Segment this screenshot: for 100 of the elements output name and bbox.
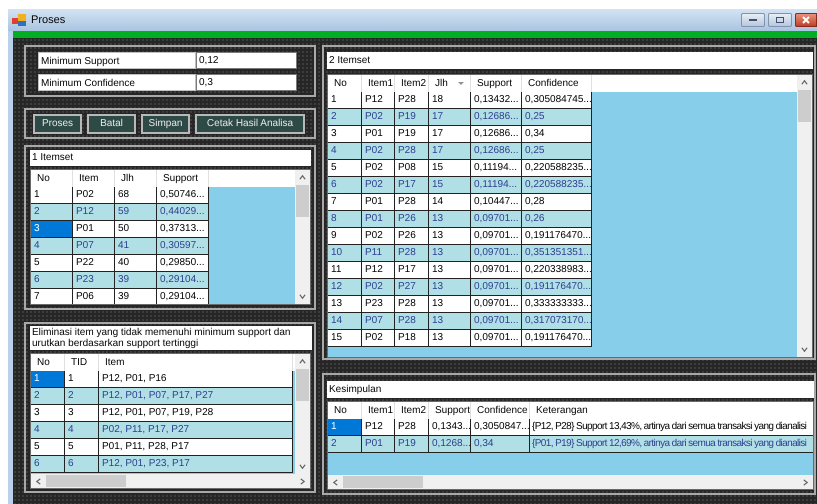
table-cell[interactable]: 3 bbox=[31, 221, 73, 238]
table-cell[interactable]: P28 bbox=[395, 419, 429, 436]
table-cell[interactable]: P17 bbox=[395, 262, 429, 279]
table-cell[interactable]: P12, P01, P07, P19, P28 bbox=[99, 405, 293, 422]
table-cell[interactable]: 1 bbox=[328, 92, 362, 109]
table-cell[interactable]: P02, P11, P17, P27 bbox=[99, 422, 293, 439]
table-cell[interactable]: 2 bbox=[328, 109, 362, 126]
table-cell[interactable]: 68 bbox=[115, 187, 157, 204]
table-cell[interactable]: 0,12686... bbox=[471, 143, 522, 160]
table-cell[interactable]: P01 bbox=[73, 221, 115, 238]
table-cell[interactable]: {P12, P28} Support 13,43%, artinya dari semua transaksi yang dianalisi bbox=[530, 419, 813, 436]
table-cell[interactable]: 0,12686... bbox=[471, 126, 522, 143]
vertical-scrollbar[interactable] bbox=[797, 75, 812, 357]
table-cell[interactable]: 2 bbox=[31, 204, 73, 221]
table-cell[interactable]: 40 bbox=[115, 255, 157, 272]
table-cell[interactable]: 0,1343... bbox=[429, 419, 471, 436]
table-cell[interactable]: 6 bbox=[31, 272, 73, 289]
table-cell[interactable]: 0,1268... bbox=[429, 436, 471, 453]
table-cell[interactable]: 41 bbox=[115, 238, 157, 255]
table-cell[interactable]: 0,09701... bbox=[471, 330, 522, 347]
table-cell[interactable]: 0,29104... bbox=[157, 272, 209, 289]
table-cell[interactable]: P01 bbox=[362, 126, 395, 143]
scrollbar-thumb[interactable] bbox=[296, 185, 309, 217]
table-cell[interactable]: 17 bbox=[429, 109, 471, 126]
input-field[interactable]: 0,12 bbox=[196, 52, 297, 69]
scroll-up-icon[interactable] bbox=[299, 358, 306, 365]
table-cell[interactable]: 0,191176470... bbox=[522, 228, 592, 245]
table-cell[interactable]: 8 bbox=[328, 211, 362, 228]
table-cell[interactable]: P12, P01, P07, P17, P27 bbox=[99, 388, 293, 405]
table-cell[interactable]: P19 bbox=[395, 109, 429, 126]
table-cell[interactable]: 0,09701... bbox=[471, 245, 522, 262]
table-cell[interactable]: 0,09701... bbox=[471, 228, 522, 245]
table-cell[interactable]: 0,50746... bbox=[157, 187, 209, 204]
table-cell[interactable]: P12 bbox=[362, 419, 395, 436]
table-cell[interactable]: 1 bbox=[31, 371, 65, 388]
minimize-button[interactable] bbox=[741, 13, 765, 27]
scroll-left-icon[interactable] bbox=[332, 478, 339, 486]
table-cell[interactable]: 7 bbox=[31, 289, 73, 304]
scroll-down-icon[interactable] bbox=[299, 293, 306, 300]
table-cell[interactable]: 11 bbox=[328, 262, 362, 279]
table-cell[interactable]: 0,3050847... bbox=[471, 419, 530, 436]
table-cell[interactable]: 0,191176470... bbox=[522, 279, 592, 296]
horizontal-scrollbar[interactable] bbox=[31, 474, 310, 488]
table-cell[interactable]: P17 bbox=[395, 177, 429, 194]
table-cell[interactable]: 4 bbox=[31, 422, 65, 439]
table-cell[interactable]: P28 bbox=[395, 194, 429, 211]
table-cell[interactable]: 0,28 bbox=[522, 194, 592, 211]
scroll-down-icon[interactable] bbox=[801, 346, 808, 353]
table-cell[interactable]: P12, P01, P16 bbox=[99, 371, 293, 388]
table-cell[interactable]: P12 bbox=[362, 262, 395, 279]
table-cell[interactable]: 1 bbox=[31, 187, 73, 204]
table-cell[interactable]: 5 bbox=[31, 439, 65, 456]
table-cell[interactable]: P02 bbox=[362, 160, 395, 177]
table-cell[interactable]: 13 bbox=[429, 245, 471, 262]
table-cell[interactable]: P28 bbox=[395, 296, 429, 313]
table-cell[interactable]: 5 bbox=[31, 255, 73, 272]
table-cell[interactable]: 59 bbox=[115, 204, 157, 221]
scroll-up-icon[interactable] bbox=[299, 174, 306, 181]
table-cell[interactable]: 0,220588235... bbox=[522, 177, 592, 194]
table-cell[interactable]: 0,09701... bbox=[471, 296, 522, 313]
table-cell[interactable]: P27 bbox=[395, 279, 429, 296]
table-cell[interactable]: 0,25 bbox=[522, 143, 592, 160]
table-cell[interactable]: P02 bbox=[362, 143, 395, 160]
table-cell[interactable]: 5 bbox=[328, 160, 362, 177]
table-cell[interactable]: P02 bbox=[362, 279, 395, 296]
table-cell[interactable]: 0,29850... bbox=[157, 255, 209, 272]
scrollbar-thumb[interactable] bbox=[343, 476, 423, 488]
table-cell[interactable]: 0,34 bbox=[471, 436, 530, 453]
table-cell[interactable]: P19 bbox=[395, 126, 429, 143]
vertical-scrollbar[interactable] bbox=[295, 354, 310, 474]
scrollbar-thumb[interactable] bbox=[46, 475, 126, 487]
table-cell[interactable]: 0,11194... bbox=[471, 177, 522, 194]
table-cell[interactable]: 6 bbox=[328, 177, 362, 194]
table-cell[interactable]: 4 bbox=[328, 143, 362, 160]
scroll-down-icon[interactable] bbox=[299, 463, 306, 470]
table-cell[interactable]: P01 bbox=[362, 211, 395, 228]
table-cell[interactable]: P19 bbox=[395, 436, 429, 453]
table-cell[interactable]: 13 bbox=[429, 228, 471, 245]
horizontal-scrollbar[interactable] bbox=[328, 475, 813, 489]
table-cell[interactable]: P02 bbox=[362, 330, 395, 347]
table-cell[interactable]: 18 bbox=[429, 92, 471, 109]
table-cell[interactable]: 6 bbox=[65, 456, 99, 473]
close-button[interactable] bbox=[795, 13, 817, 27]
table-cell[interactable]: 0,351351351... bbox=[522, 245, 592, 262]
table-cell[interactable]: 13 bbox=[328, 296, 362, 313]
table-cell[interactable]: P18 bbox=[395, 330, 429, 347]
scrollbar-thumb[interactable] bbox=[798, 90, 811, 122]
table-cell[interactable]: 3 bbox=[65, 405, 99, 422]
table-cell[interactable]: 3 bbox=[328, 126, 362, 143]
table-cell[interactable]: 0,10447... bbox=[471, 194, 522, 211]
table-cell[interactable]: P11 bbox=[362, 245, 395, 262]
table-cell[interactable]: 0,317073170... bbox=[522, 313, 592, 330]
table-cell[interactable]: P28 bbox=[395, 143, 429, 160]
table-cell[interactable]: 0,11194... bbox=[471, 160, 522, 177]
table-cell[interactable]: P23 bbox=[362, 296, 395, 313]
table-cell[interactable]: P28 bbox=[395, 245, 429, 262]
table-cell[interactable]: P07 bbox=[362, 313, 395, 330]
table-cell[interactable]: P28 bbox=[395, 313, 429, 330]
action-button[interactable]: Simpan bbox=[141, 114, 190, 134]
table-cell[interactable]: 15 bbox=[429, 177, 471, 194]
